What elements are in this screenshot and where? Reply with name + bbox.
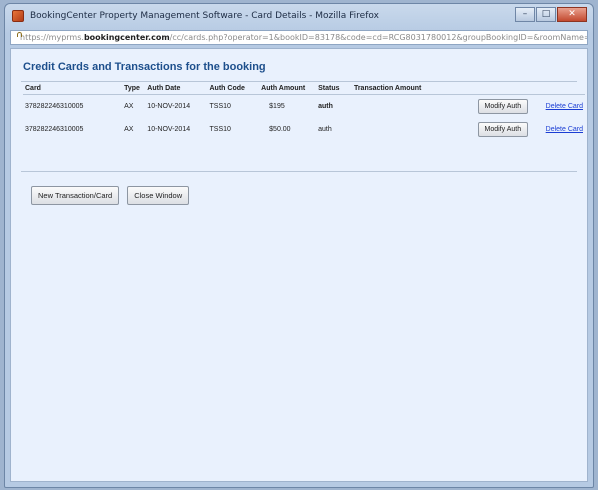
window-title: BookingCenter Property Management Softwa… xyxy=(30,11,379,21)
status: auth xyxy=(318,126,332,133)
action-buttons: New Transaction/Card Close Window xyxy=(31,186,190,205)
auth-date: 10-NOV-2014 xyxy=(147,126,191,133)
column-header-auth-amount: Auth Amount xyxy=(261,85,306,92)
browser-window: BookingCenter Property Management Softwa… xyxy=(4,3,594,488)
modify-auth-button[interactable]: Modify Auth xyxy=(477,122,529,137)
column-header-auth-code: Auth Code xyxy=(209,85,245,92)
column-header-card: Card xyxy=(25,85,41,92)
divider xyxy=(21,81,577,82)
window-controls: – □ ✕ xyxy=(515,7,587,22)
card-type: AX xyxy=(124,126,134,133)
modify-auth-button[interactable]: Modify Auth xyxy=(477,99,529,114)
auth-amount: $195 xyxy=(269,103,285,110)
card-type: AX xyxy=(124,103,134,110)
auth-code: TSS10 xyxy=(209,126,231,133)
address-bar[interactable]: https://myprms.bookingcenter.com/cc/card… xyxy=(10,30,588,45)
new-transaction-button[interactable]: New Transaction/Card xyxy=(31,186,120,205)
transaction-amount xyxy=(352,118,456,141)
column-header-transaction-amount: Transaction Amount xyxy=(353,85,422,92)
column-header-status: Status xyxy=(318,85,340,92)
table-row: 378282246310005 AX 10-NOV-2014 TSS10 $19… xyxy=(23,95,585,119)
auth-date: 10-NOV-2014 xyxy=(147,103,191,110)
transaction-amount xyxy=(352,95,456,119)
card-number: 378282246310005 xyxy=(25,126,84,133)
title-bar: BookingCenter Property Management Softwa… xyxy=(5,4,593,28)
table-row: 378282246310005 AX 10-NOV-2014 TSS10 $50… xyxy=(23,118,585,141)
card-number: 378282246310005 xyxy=(25,103,84,110)
maximize-button[interactable]: □ xyxy=(536,7,556,22)
divider xyxy=(21,171,577,172)
status: auth xyxy=(318,103,333,110)
column-header-delete xyxy=(530,83,585,95)
page-content: Credit Cards and Transactions for the bo… xyxy=(10,48,588,482)
page-title: Credit Cards and Transactions for the bo… xyxy=(23,61,266,73)
cards-table: Card Type Auth Date Auth Code Auth Amoun… xyxy=(23,83,585,141)
column-header-type: Type xyxy=(124,85,140,92)
url-text[interactable]: https://myprms.bookingcenter.com/cc/card… xyxy=(20,33,587,42)
table-header-row: Card Type Auth Date Auth Code Auth Amoun… xyxy=(23,83,585,95)
close-button[interactable]: ✕ xyxy=(557,7,587,22)
auth-amount: $50.00 xyxy=(269,126,291,133)
auth-code: TSS10 xyxy=(209,103,231,110)
close-window-button[interactable]: Close Window xyxy=(127,186,190,205)
column-header-actions xyxy=(456,83,530,95)
minimize-button[interactable]: – xyxy=(515,7,535,22)
firefox-icon xyxy=(12,10,24,22)
column-header-auth-date: Auth Date xyxy=(147,85,181,92)
delete-card-link[interactable]: Delete Card xyxy=(546,126,583,133)
delete-card-link[interactable]: Delete Card xyxy=(546,103,583,110)
